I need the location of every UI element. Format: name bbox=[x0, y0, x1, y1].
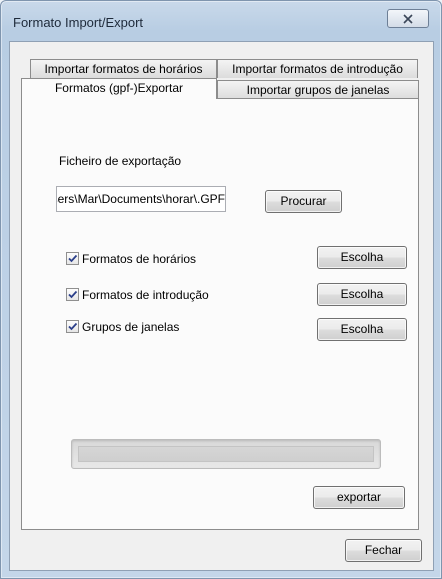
tab-label: Importar formatos de introdução bbox=[232, 62, 403, 76]
progress-fill bbox=[78, 446, 374, 462]
close-button[interactable]: Fechar bbox=[345, 539, 422, 562]
checkmark-icon bbox=[68, 254, 78, 263]
export-file-input[interactable]: C:\Users\Mar\Documents\horar\.GPF bbox=[56, 186, 226, 212]
tab-import-window-groups[interactable]: Importar grupos de janelas bbox=[217, 80, 419, 99]
browse-button[interactable]: Procurar bbox=[265, 190, 342, 213]
window-groups-checkbox[interactable] bbox=[66, 320, 79, 333]
tab-label: Importar formatos de horários bbox=[44, 62, 203, 76]
close-window-button[interactable] bbox=[387, 9, 429, 28]
window-groups-label: Grupos de janelas bbox=[82, 320, 180, 334]
checkmark-icon bbox=[68, 322, 78, 331]
export-file-value: C:\Users\Mar\Documents\horar\.GPF bbox=[57, 192, 225, 206]
tab-label: Importar grupos de janelas bbox=[246, 83, 390, 97]
tab-label: Formatos (gpf-)Exportar bbox=[54, 81, 184, 95]
choose-window-groups-button[interactable]: Escolha bbox=[317, 318, 407, 341]
choose-timetable-formats-button[interactable]: Escolha bbox=[317, 246, 407, 269]
tab-export-formats[interactable]: Formatos (gpf-)Exportar bbox=[21, 78, 217, 99]
dialog-window: Formato Import/Export Importar formatos … bbox=[0, 0, 442, 579]
export-button[interactable]: exportar bbox=[313, 486, 405, 509]
tab-import-timetable-formats[interactable]: Importar formatos de horários bbox=[30, 59, 217, 78]
export-file-label: Ficheiro de exportação bbox=[59, 154, 182, 168]
export-progress-bar bbox=[71, 439, 381, 469]
input-formats-label: Formatos de introdução bbox=[82, 288, 209, 302]
title-bar[interactable]: Formato Import/Export bbox=[1, 1, 441, 41]
close-icon bbox=[403, 13, 413, 24]
choose-input-formats-button[interactable]: Escolha bbox=[317, 283, 407, 306]
timetable-formats-label: Formatos de horários bbox=[82, 252, 197, 266]
window-title: Formato Import/Export bbox=[13, 15, 144, 30]
timetable-formats-checkbox[interactable] bbox=[66, 252, 79, 265]
input-formats-checkbox[interactable] bbox=[66, 288, 79, 301]
checkmark-icon bbox=[68, 290, 78, 299]
tab-import-input-formats[interactable]: Importar formatos de introdução bbox=[217, 59, 418, 78]
